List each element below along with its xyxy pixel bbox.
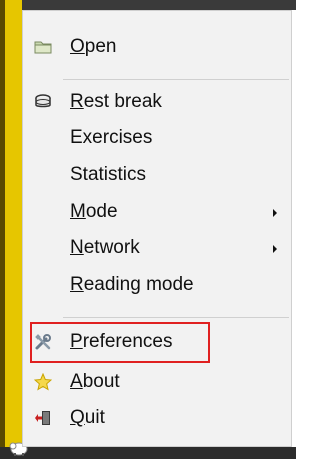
menu-item-label: Rest break: [70, 91, 162, 112]
menu-item-exercises[interactable]: Exercises: [23, 120, 291, 156]
menu-separator: [63, 79, 289, 80]
quit-icon: [33, 408, 53, 428]
menu-item-label: Mode: [70, 201, 118, 222]
taskbar-top-edge: [0, 0, 296, 10]
submenu-arrow-icon: [273, 209, 277, 217]
menu-item-label: Statistics: [70, 164, 147, 185]
menu-item-rest-break[interactable]: Rest break: [23, 84, 291, 120]
menu-item-mode[interactable]: Mode: [23, 194, 291, 230]
menu-item-label: Quit: [70, 407, 105, 428]
menu-separator: [63, 317, 289, 318]
submenu-arrow-icon: [273, 245, 277, 253]
menu-item-network[interactable]: Network: [23, 230, 291, 266]
menu-item-reading-mode[interactable]: Reading mode: [23, 267, 291, 303]
rest-break-icon: [33, 92, 53, 112]
system-tray: [0, 447, 296, 459]
context-menu: Open Rest break Exercises Statistics Mod…: [22, 10, 292, 447]
menu-item-label: About: [70, 371, 120, 392]
star-icon: [33, 372, 53, 392]
menu-item-label: Open: [70, 36, 117, 57]
menu-item-label: Exercises: [70, 127, 153, 148]
folder-icon: [33, 37, 53, 57]
menu-item-statistics[interactable]: Statistics: [23, 157, 291, 193]
menu-item-open[interactable]: Open: [23, 29, 291, 65]
menu-item-label: Reading mode: [70, 274, 194, 295]
preferences-highlight-annotation: [30, 322, 210, 363]
menu-item-quit[interactable]: Quit: [23, 400, 291, 436]
taskbar-left-shadow: [0, 0, 5, 459]
menu-item-label: Network: [70, 237, 140, 258]
menu-item-about[interactable]: About: [23, 364, 291, 400]
